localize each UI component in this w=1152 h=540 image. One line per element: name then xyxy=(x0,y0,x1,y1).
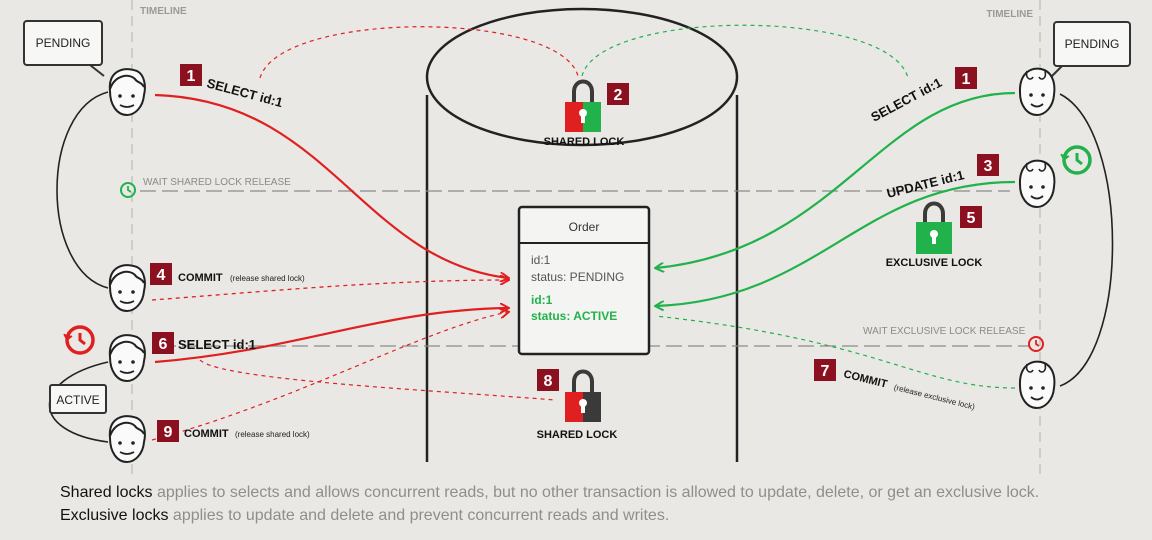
lock-link-step8 xyxy=(199,359,556,401)
step-2: 2 xyxy=(607,83,629,105)
lock-link-green-top xyxy=(581,24,909,79)
history-clock-icon xyxy=(63,325,95,355)
caption-exclusive-desc: applies to update and delete and prevent… xyxy=(168,507,670,524)
wait-clock-icon xyxy=(1028,336,1044,352)
history-clock-icon xyxy=(1060,145,1092,175)
step-7: 7 COMMIT (release exclusive lock) xyxy=(814,359,976,412)
svg-text:5: 5 xyxy=(967,210,976,227)
wait-clock-icon xyxy=(120,182,136,198)
update-arrow-right xyxy=(656,180,1016,306)
right-track xyxy=(1059,93,1114,387)
active-state: ACTIVE xyxy=(49,384,107,414)
locking-diagram: TIMELINE TIMELINE PENDING PENDING ACTIVE… xyxy=(23,0,1131,475)
caption-shared-desc: applies to selects and allows concurrent… xyxy=(152,484,1040,501)
shared-lock-label-top: SHARED LOCK xyxy=(544,136,625,148)
svg-text:9: 9 xyxy=(164,424,173,441)
user-right-step1-avatar xyxy=(1018,67,1056,116)
svg-text:3: 3 xyxy=(984,158,993,175)
svg-text:2: 2 xyxy=(614,87,623,104)
svg-text:6: 6 xyxy=(159,336,168,353)
step-1-right-text: SELECT id:1 xyxy=(868,75,944,125)
order-record: Order id:1 status: PENDING id:1 status: … xyxy=(517,205,651,356)
user-left-step6-avatar xyxy=(108,334,146,382)
step-3: 3 UPDATE id:1 xyxy=(885,154,999,201)
shared-lock-icon xyxy=(565,369,601,422)
timeline-label-left: TIMELINE xyxy=(140,6,187,17)
step-4-text: COMMIT xyxy=(178,272,223,284)
step-6-text: SELECT id:1 xyxy=(178,337,256,352)
step-3-text: UPDATE id:1 xyxy=(885,167,965,201)
step-7-text: COMMIT xyxy=(842,368,888,391)
timeline-label-right: TIMELINE xyxy=(986,9,1033,20)
select-arrow-left-2 xyxy=(154,308,508,364)
step-6: 6 SELECT id:1 xyxy=(152,332,256,354)
step-4-note: (release shared lock) xyxy=(230,274,305,283)
step-9: 9 COMMIT (release shared lock) xyxy=(157,420,310,442)
step-5: 5 xyxy=(960,206,982,228)
step-9-text: COMMIT xyxy=(184,428,229,440)
pending-state-left: PENDING xyxy=(23,20,105,77)
order-status-new: status: ACTIVE xyxy=(531,309,617,323)
diagram-stage: TIMELINE TIMELINE PENDING PENDING ACTIVE… xyxy=(0,0,1152,540)
step-1-left: 1 SELECT id:1 xyxy=(180,64,284,110)
svg-text:1: 1 xyxy=(187,68,196,85)
pending-label-right: PENDING xyxy=(1065,37,1120,51)
user-left-step9-avatar xyxy=(108,415,146,463)
pending-label-left: PENDING xyxy=(36,36,91,50)
wait-shared-label: WAIT SHARED LOCK RELEASE xyxy=(143,177,291,188)
exclusive-lock-icon xyxy=(916,201,952,254)
exclusive-lock-label: EXCLUSIVE LOCK xyxy=(886,257,983,269)
lock-link-red-top xyxy=(259,26,579,79)
shared-lock-label-bottom: SHARED LOCK xyxy=(537,429,618,441)
wait-exclusive-label: WAIT EXCLUSIVE LOCK RELEASE xyxy=(863,326,1026,337)
step-1-right: 1 SELECT id:1 xyxy=(868,67,977,125)
left-track-upper xyxy=(56,91,109,289)
shared-lock-icon xyxy=(565,79,601,132)
user-left-step4-avatar xyxy=(108,264,146,312)
commit-arrow-step9 xyxy=(151,312,508,441)
caption-exclusive: Exclusive locks applies to update and de… xyxy=(60,507,669,525)
pending-state-right: PENDING xyxy=(1051,21,1131,77)
user-right-step7-avatar xyxy=(1018,360,1056,409)
step-7-note: (release exclusive lock) xyxy=(893,383,976,412)
user-left-step1-avatar xyxy=(108,68,146,116)
step-9-note: (release shared lock) xyxy=(235,430,310,439)
svg-text:1: 1 xyxy=(962,71,971,88)
active-label: ACTIVE xyxy=(56,393,99,407)
step-8: 8 xyxy=(537,369,559,391)
caption-shared: Shared locks applies to selects and allo… xyxy=(60,484,1039,502)
caption-exclusive-term: Exclusive locks xyxy=(60,507,169,524)
svg-text:8: 8 xyxy=(544,373,553,390)
svg-text:7: 7 xyxy=(821,363,830,380)
user-right-step3-avatar xyxy=(1018,159,1056,208)
order-id-old: id:1 xyxy=(531,253,551,267)
order-status-old: status: PENDING xyxy=(531,270,624,284)
svg-text:4: 4 xyxy=(157,267,166,284)
caption-shared-term: Shared locks xyxy=(60,484,153,501)
step-4: 4 COMMIT (release shared lock) xyxy=(150,263,305,285)
order-title: Order xyxy=(569,220,600,234)
order-id-new: id:1 xyxy=(531,293,553,307)
